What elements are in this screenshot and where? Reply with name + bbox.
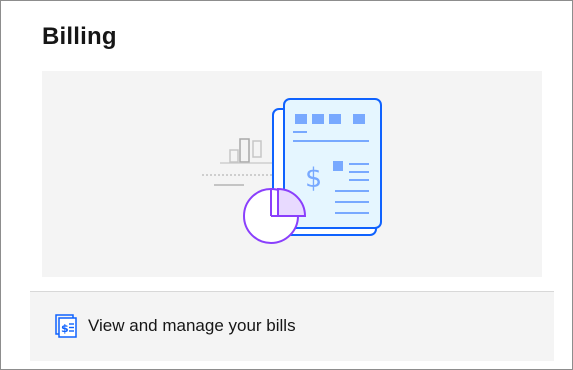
card-title: Billing (42, 23, 117, 50)
bill-icon: $ (55, 314, 77, 338)
view-bills-link[interactable]: $ View and manage your bills (30, 292, 554, 361)
view-bills-label: View and manage your bills (88, 316, 296, 335)
billing-card: Billing $ $ View and manage your bills (0, 0, 573, 370)
billing-illustration: $ (42, 71, 542, 277)
billing-document-icon: $ (202, 98, 382, 244)
svg-text:$: $ (61, 322, 69, 335)
bar-chart-sketch (229, 138, 262, 163)
svg-text:$: $ (305, 163, 322, 194)
